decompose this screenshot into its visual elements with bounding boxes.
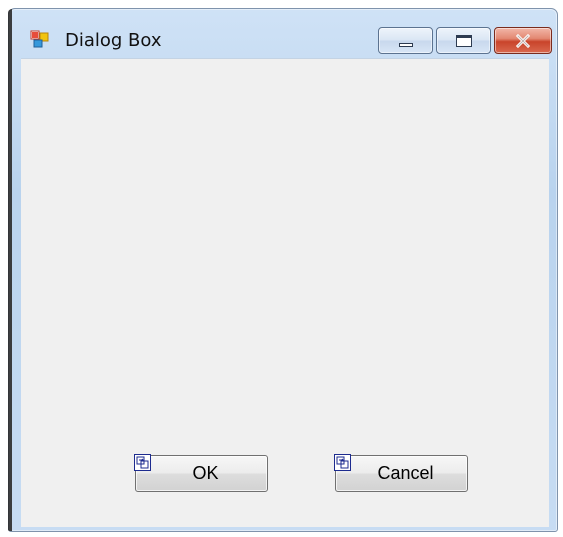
close-icon	[495, 28, 551, 53]
caption-buttons	[378, 27, 552, 54]
close-button[interactable]	[494, 27, 552, 54]
minimize-icon	[399, 43, 413, 47]
tab-order-marker-icon	[334, 454, 351, 471]
title-bar[interactable]: Dialog Box	[9, 9, 557, 54]
form-client-area: OK Cancel	[21, 58, 549, 527]
minimize-button[interactable]	[378, 27, 433, 54]
cancel-button-label: Cancel	[377, 463, 434, 483]
cancel-button[interactable]: Cancel	[334, 454, 468, 492]
window-left-edge	[8, 9, 12, 531]
dialog-window: Dialog Box OK Cancel	[8, 8, 558, 532]
window-title: Dialog Box	[65, 30, 162, 51]
ok-button[interactable]: OK	[134, 454, 268, 492]
ok-button-label: OK	[192, 463, 219, 483]
tab-order-marker-icon	[134, 454, 151, 471]
windows-form-icon	[30, 30, 50, 48]
maximize-icon	[456, 35, 472, 47]
maximize-button[interactable]	[436, 27, 491, 54]
